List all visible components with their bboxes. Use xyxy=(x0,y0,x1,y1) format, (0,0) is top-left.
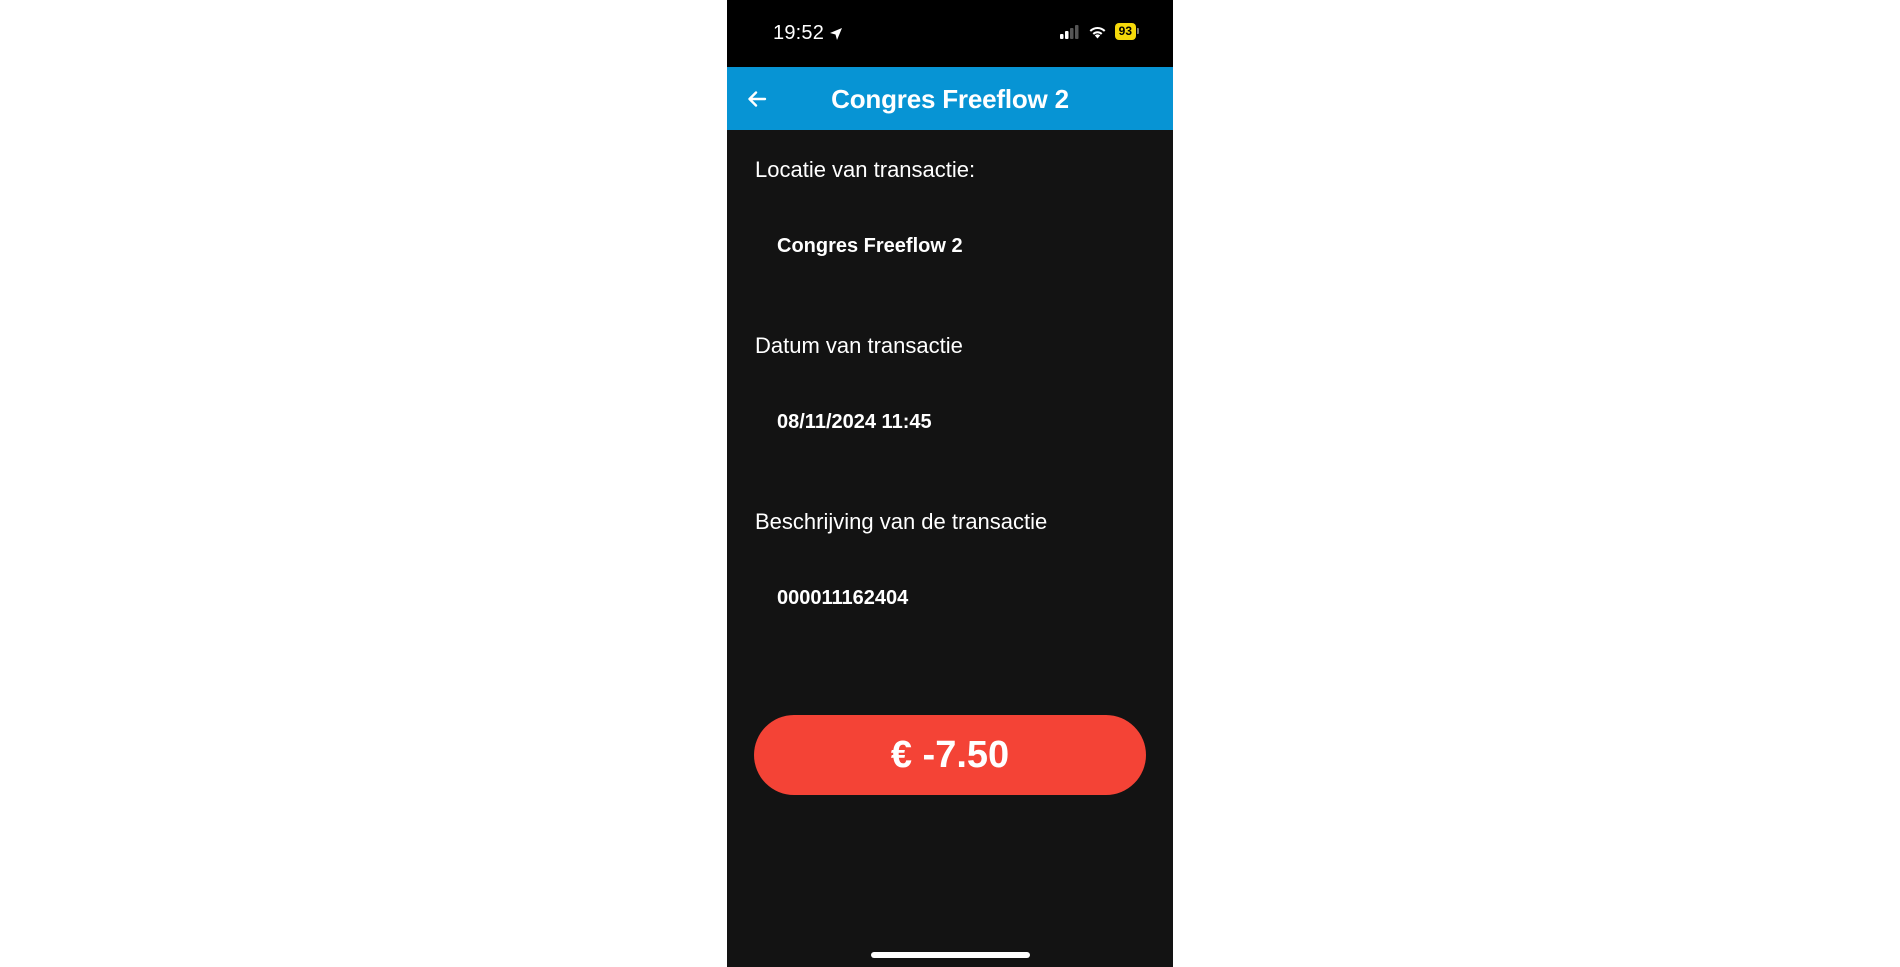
battery-icon: 93 xyxy=(1114,23,1140,40)
page-title: Congres Freeflow 2 xyxy=(831,84,1069,114)
app-bar: Congres Freeflow 2 xyxy=(727,67,1173,130)
status-indicators: 93 xyxy=(1059,23,1140,40)
status-time-group: 19:52 xyxy=(773,22,843,45)
location-arrow-icon xyxy=(830,27,843,40)
description-label: Beschrijving van de transactie xyxy=(755,509,1048,534)
status-bar: 19:52 93 xyxy=(727,0,1173,67)
location-label: Locatie van transactie: xyxy=(755,157,976,182)
date-label: Datum van transactie xyxy=(755,333,963,358)
wifi-icon xyxy=(1089,26,1106,38)
phone-screen: 19:52 93 Congres Freeflow 2 Locatie van … xyxy=(727,0,1173,967)
date-value: 08/11/2024 11:45 xyxy=(777,411,932,433)
location-value: Congres Freeflow 2 xyxy=(777,235,963,257)
status-time: 19:52 xyxy=(773,22,825,44)
home-indicator[interactable] xyxy=(871,952,1030,958)
cellular-signal-icon xyxy=(1059,24,1079,39)
amount-text: € -7.50 xyxy=(890,733,1010,776)
amount-badge: € -7.50 xyxy=(754,715,1146,795)
description-value: 000011162404 xyxy=(777,587,909,609)
